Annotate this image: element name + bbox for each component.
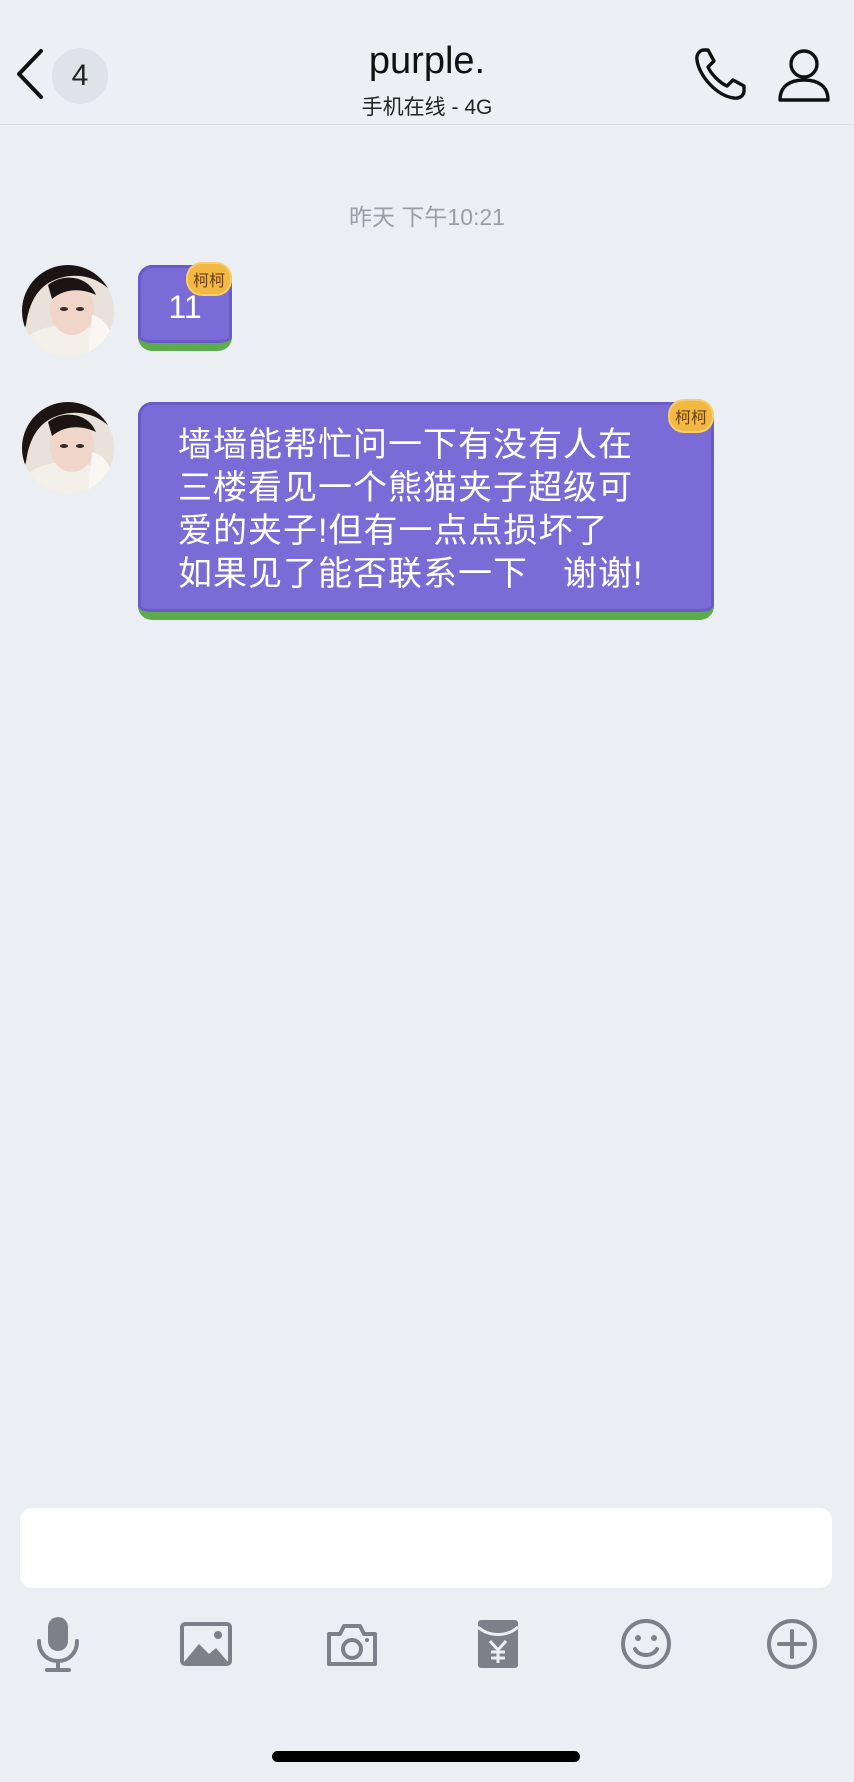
camera-icon [327, 1624, 377, 1666]
chat-screen: 4 purple. 手机在线 - 4G 昨天 下午10:21 11 柯柯 墙墙能… [0, 0, 854, 1782]
camera-button[interactable] [322, 1614, 382, 1674]
home-indicator[interactable] [272, 1751, 580, 1762]
microphone-icon [37, 1617, 79, 1672]
bubble-decoration-tag: 柯柯 [670, 401, 712, 431]
bubble-decoration-tag: 柯柯 [188, 264, 230, 294]
message-input[interactable] [20, 1508, 832, 1588]
message-text-line: 爱的夹子!但有一点点损坏了 [178, 512, 609, 550]
image-icon [180, 1622, 232, 1666]
message-text-line: 三楼看见一个熊猫夹子超级可 [178, 469, 633, 507]
message-text-line: 如果见了能否联系一下 谢谢! [178, 555, 644, 593]
red-packet-button[interactable] [468, 1614, 528, 1674]
emoji-icon [621, 1619, 671, 1669]
red-packet-icon [476, 1620, 520, 1668]
phone-icon [695, 48, 746, 100]
more-options-button[interactable] [762, 1614, 822, 1674]
image-picker-button[interactable] [176, 1614, 236, 1674]
message-text-line: 墙墙能帮忙问一下有没有人在 [178, 426, 633, 464]
message-text: 11 [168, 288, 202, 325]
emoji-button[interactable] [616, 1614, 676, 1674]
message-bubble[interactable]: 墙墙能帮忙问一下有没有人在 三楼看见一个熊猫夹子超级可 爱的夹子!但有一点点损坏… [138, 402, 714, 620]
chat-header: 4 purple. 手机在线 - 4G [0, 0, 854, 125]
contact-profile-button[interactable] [774, 44, 834, 104]
message-timestamp: 昨天 下午10:21 [349, 204, 505, 230]
composer-toolbar [0, 1614, 854, 1684]
person-icon [778, 49, 830, 102]
plus-circle-icon [767, 1619, 817, 1669]
avatar-photo [22, 265, 114, 357]
sender-avatar[interactable] [22, 265, 114, 357]
avatar-photo [22, 402, 114, 494]
voice-call-button[interactable] [690, 44, 750, 104]
sender-avatar[interactable] [22, 402, 114, 494]
voice-message-button[interactable] [28, 1614, 88, 1674]
